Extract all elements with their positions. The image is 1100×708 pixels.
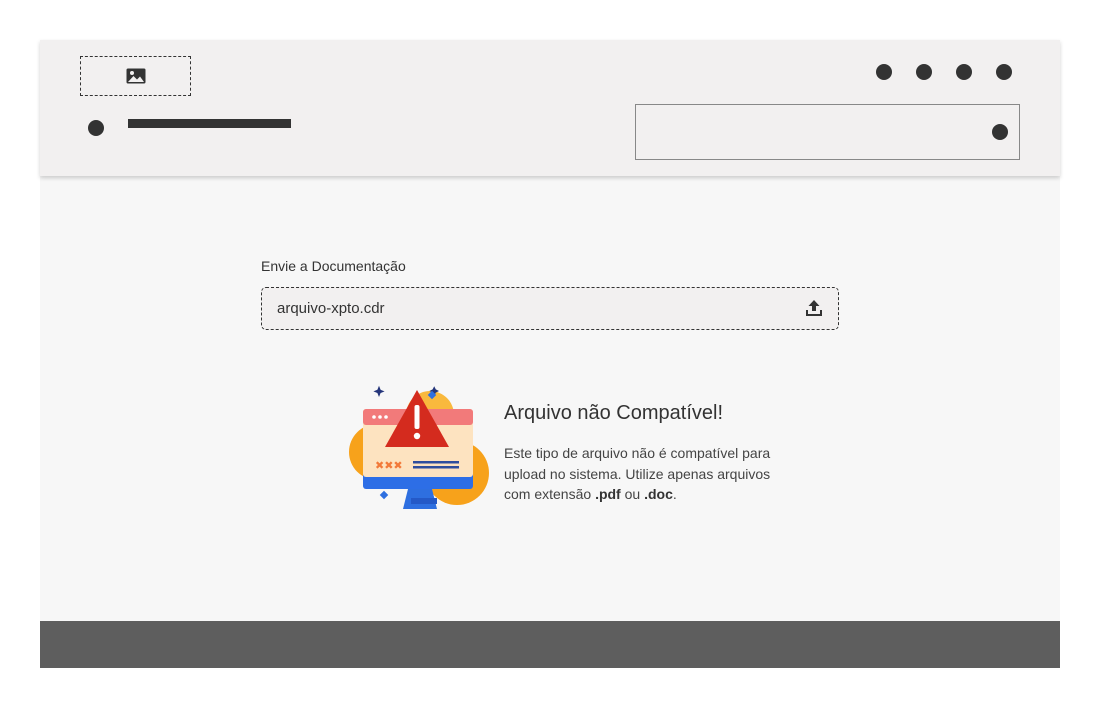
error-message: Este tipo de arquivo não é compatível pa… — [504, 443, 774, 505]
menu-dot-2[interactable] — [916, 64, 932, 80]
logo-placeholder[interactable] — [80, 56, 191, 96]
error-text-after: . — [672, 486, 677, 502]
error-title: Arquivo não Compatível! — [504, 402, 724, 424]
file-upload-field[interactable]: arquivo-xpto.cdr — [261, 287, 839, 330]
page-title-placeholder — [128, 119, 291, 128]
warning-monitor-icon: ✖✖✖ — [349, 385, 489, 509]
nav-dot[interactable] — [88, 120, 104, 136]
footer — [40, 621, 1060, 668]
menu-dot-4[interactable] — [996, 64, 1012, 80]
image-icon — [126, 68, 145, 84]
file-name: arquivo-xpto.cdr — [277, 300, 385, 317]
error-text-middle: ou — [620, 486, 645, 502]
extension-pdf: .pdf — [595, 486, 621, 502]
search-input[interactable] — [635, 104, 1020, 160]
upload-icon[interactable] — [804, 298, 824, 318]
app-frame: Envie a Documentação arquivo-xpto.cdr ✖✖… — [40, 40, 1060, 668]
search-dot-icon[interactable] — [992, 124, 1008, 140]
svg-text:✖✖✖: ✖✖✖ — [375, 459, 403, 472]
header — [40, 40, 1060, 176]
upload-label: Envie a Documentação — [261, 258, 406, 274]
extension-doc: .doc — [644, 486, 673, 502]
menu-dot-3[interactable] — [956, 64, 972, 80]
menu-dot-1[interactable] — [876, 64, 892, 80]
